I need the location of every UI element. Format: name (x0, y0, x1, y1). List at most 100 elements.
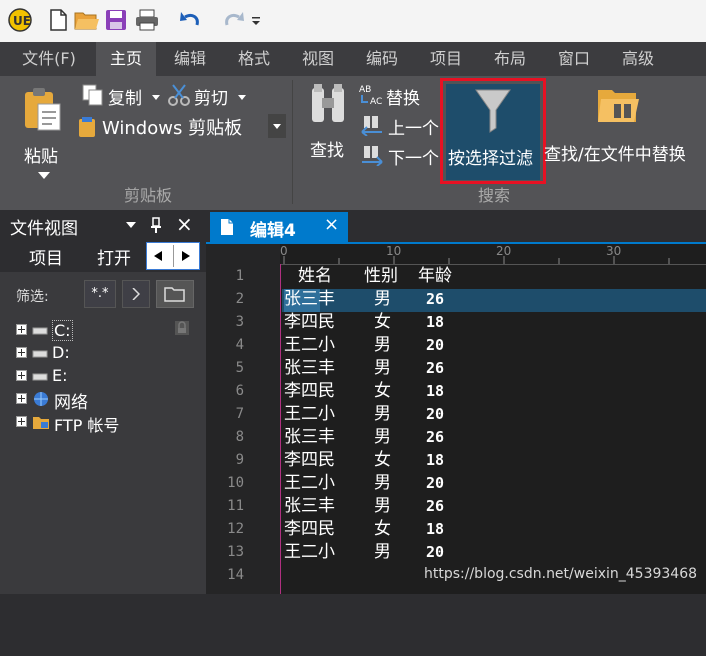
find-in-files-button[interactable]: 查找/在文件中替换 (544, 80, 700, 165)
cut-dropdown-icon[interactable] (238, 95, 246, 100)
tab-edit[interactable]: 编辑 (160, 42, 220, 76)
chevron-down-icon (273, 124, 281, 129)
tree-item-e[interactable]: E: (14, 364, 204, 388)
code-line: 李四民 女 18 (284, 518, 704, 541)
expand-icon[interactable] (16, 370, 27, 381)
find-button[interactable]: 查找 (304, 80, 354, 164)
tab-home[interactable]: 主页 (96, 42, 156, 76)
app-logo-icon[interactable]: UE (8, 8, 32, 32)
tree-item-ftp[interactable]: FTP 帐号 (14, 410, 204, 435)
tab-project[interactable]: 项目 (416, 42, 476, 76)
cell-name: 张三丰 (284, 496, 335, 516)
tab-file[interactable]: 文件(F) (8, 42, 90, 76)
apply-filter-button[interactable] (122, 280, 150, 308)
find-next-button[interactable]: 下一个 (358, 142, 442, 169)
tab-layout[interactable]: 布局 (480, 42, 540, 76)
open-folder-icon[interactable] (74, 8, 99, 32)
print-icon[interactable] (134, 8, 158, 32)
scroll-left-icon[interactable] (154, 251, 162, 261)
drive-icon (32, 327, 48, 335)
copy-dropdown-icon[interactable] (152, 95, 160, 100)
ruler-label: 20 (496, 244, 512, 258)
line-number: 10 (227, 475, 244, 491)
group-divider (292, 80, 293, 204)
close-icon[interactable]: × (324, 214, 339, 235)
redo-icon[interactable] (222, 8, 246, 32)
copy-button[interactable]: 复制 (82, 82, 162, 109)
code-line: 王二小 男 20 (284, 334, 704, 357)
cell-gender: 男 (374, 404, 391, 424)
tab-window[interactable]: 窗口 (544, 42, 604, 76)
quick-access-toolbar: UE (0, 0, 706, 42)
panel-title: 文件视图 (10, 219, 78, 239)
clipboard-group-label: 剪贴板 (124, 186, 173, 205)
undo-icon[interactable] (178, 8, 202, 32)
cell-name: 王二小 (284, 473, 335, 493)
cell-name: 张三丰 (284, 427, 335, 447)
filter-input[interactable]: *.* (84, 280, 116, 308)
editor-text-area[interactable]: 0 10 20 30 姓名 性别 年龄 张三丰 男 26 李四民 女 18 王二… (280, 244, 706, 594)
line-number: 7 (235, 406, 244, 422)
cell-name: 王二小 (284, 404, 335, 424)
filter-by-selection-button[interactable]: 按选择过滤 (446, 84, 540, 180)
paste-button[interactable]: 粘贴 (20, 86, 66, 179)
replace-button[interactable]: AB AC 替换 (358, 82, 438, 109)
tab-view[interactable]: 视图 (288, 42, 348, 76)
clipboard-select-arrow[interactable] (268, 114, 286, 138)
find-previous-label: 上一个 (388, 119, 439, 139)
code-line: 王二小 男 20 (284, 541, 704, 564)
code-line: 李四民 女 18 (284, 380, 704, 403)
cell-age: 20 (426, 543, 445, 561)
panel-close-icon[interactable]: × (176, 212, 193, 236)
find-next-label: 下一个 (388, 149, 439, 169)
tree-item-network[interactable]: 网络 (14, 387, 204, 413)
browse-folder-button[interactable] (156, 280, 194, 308)
customize-dropdown-icon[interactable] (250, 8, 262, 32)
tab-encoding[interactable]: 编码 (352, 42, 412, 76)
cell-name: 李四民 (284, 312, 335, 332)
expand-icon[interactable] (16, 393, 27, 404)
lock-icon (175, 321, 189, 335)
tab-project-files[interactable]: 项目 (14, 244, 78, 270)
cell-gender: 男 (374, 289, 391, 309)
cell-age: 26 (426, 428, 445, 446)
tab-advanced[interactable]: 高级 (608, 42, 668, 76)
expand-icon[interactable] (16, 347, 27, 358)
tab-open-files[interactable]: 打开 (84, 244, 144, 270)
copy-label: 复制 (108, 89, 142, 109)
cell-gender: 女 (374, 312, 391, 332)
cell-name: 李四民 (284, 381, 335, 401)
left-margin-line (280, 264, 281, 594)
paste-dropdown-icon[interactable] (38, 172, 50, 180)
folder-icon (164, 287, 185, 302)
ruler-label: 0 (280, 244, 288, 258)
line-number: 1 (235, 268, 244, 284)
editor-tab[interactable]: 编辑4 × (210, 212, 348, 242)
cut-button[interactable]: 剪切 (168, 82, 248, 109)
find-previous-button[interactable]: 上一个 (358, 112, 442, 139)
cell-age: 18 (426, 520, 445, 538)
svg-text:UE: UE (13, 14, 31, 28)
save-icon[interactable] (104, 8, 128, 32)
find-in-files-label: 查找/在文件中替换 (544, 145, 686, 165)
tree-item-label: C: (52, 320, 73, 341)
ftp-folder-icon (33, 417, 49, 429)
tab-format[interactable]: 格式 (224, 42, 284, 76)
expand-icon[interactable] (16, 416, 27, 427)
copy-icon (82, 84, 103, 106)
cell-gender: 女 (374, 381, 391, 401)
new-file-icon[interactable] (46, 8, 70, 32)
pin-icon[interactable] (150, 217, 162, 233)
tab-scroll-buttons (146, 242, 200, 270)
cell-name: 张三丰 (284, 289, 335, 309)
divider (173, 245, 174, 267)
scroll-right-icon[interactable] (182, 251, 190, 261)
paste-label: 粘贴 (24, 147, 58, 167)
clipboard-select[interactable]: Windows 剪贴板 (74, 112, 288, 140)
cell-age: 20 (426, 405, 445, 423)
tree-item-d[interactable]: D: (14, 341, 204, 365)
expand-icon[interactable] (16, 324, 27, 335)
tree-item-c[interactable]: C: (14, 318, 204, 342)
panel-menu-dropdown-icon[interactable] (126, 222, 136, 228)
line-number-gutter: 1 2 3 4 5 6 7 8 9 10 11 12 13 14 (206, 244, 280, 594)
